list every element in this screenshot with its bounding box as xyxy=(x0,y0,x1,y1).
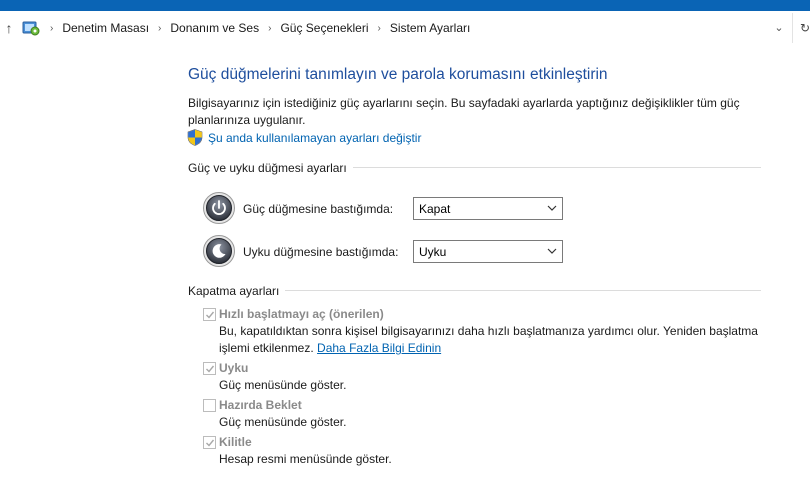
uac-shield-icon xyxy=(187,129,203,146)
breadcrumb-item-power-options[interactable]: Güç Seçenekleri xyxy=(277,21,371,35)
breadcrumb: › Denetim Masası › Donanım ve Ses › Güç … xyxy=(44,19,473,37)
address-bar: ↑ › Denetim Masası › Donanım ve Ses › Gü… xyxy=(0,11,810,46)
address-divider xyxy=(792,13,793,43)
checkmark-icon xyxy=(206,439,215,447)
page-description: Bilgisayarınız için istediğiniz güç ayar… xyxy=(188,95,748,129)
checkmark-icon xyxy=(206,311,215,319)
lock-label: Kilitle xyxy=(219,435,252,449)
shutdown-section-header: Kapatma ayarları xyxy=(188,284,286,298)
power-button-icon xyxy=(203,192,235,224)
hibernate-checkbox[interactable] xyxy=(203,399,216,412)
breadcrumb-separator[interactable]: › xyxy=(372,23,387,34)
sleep-label: Uyku xyxy=(219,361,249,375)
lock-checkbox[interactable] xyxy=(203,436,216,449)
up-arrow-icon[interactable]: ↑ xyxy=(2,20,16,36)
hibernate-label: Hazırda Beklet xyxy=(219,398,302,412)
control-panel-icon xyxy=(22,19,40,37)
sleep-button-icon xyxy=(203,235,235,267)
lock-description: Hesap resmi menüsünde göster. xyxy=(219,452,392,466)
change-unavailable-settings-link[interactable]: Şu anda kullanılamayan ayarları değiştir xyxy=(208,131,421,145)
fast-startup-description: işlemi etkilenmez. Daha Fazla Bilgi Edin… xyxy=(219,340,441,357)
breadcrumb-item-hardware-sound[interactable]: Donanım ve Ses xyxy=(167,21,262,35)
power-button-action-value: Kapat xyxy=(419,202,451,216)
breadcrumb-separator: › xyxy=(50,22,54,34)
refresh-icon[interactable]: ↻ xyxy=(800,20,810,36)
address-dropdown-icon[interactable]: ⌄ xyxy=(772,20,786,36)
page-title: Güç düğmelerini tanımlayın ve parola kor… xyxy=(188,66,608,83)
power-button-action-label: Güç düğmesine bastığımda: xyxy=(243,202,394,216)
fast-startup-description-text: işlemi etkilenmez. xyxy=(219,341,314,355)
sleep-button-action-select[interactable]: Uyku xyxy=(413,240,563,263)
chevron-down-icon xyxy=(547,248,557,254)
breadcrumb-separator[interactable]: › xyxy=(152,23,167,34)
sleep-checkbox[interactable] xyxy=(203,362,216,375)
fast-startup-checkbox[interactable] xyxy=(203,308,216,321)
hibernate-description: Güç menüsünde göster. xyxy=(219,415,347,429)
breadcrumb-item-control-panel[interactable]: Denetim Masası xyxy=(59,21,152,35)
learn-more-link[interactable]: Daha Fazla Bilgi Edinin xyxy=(317,341,441,355)
page-description-line: planlarınıza uygulanır. xyxy=(188,113,306,127)
power-button-action-select[interactable]: Kapat xyxy=(413,197,563,220)
fast-startup-label: Hızlı başlatmayı aç (önerilen) xyxy=(219,307,384,321)
sleep-button-action-value: Uyku xyxy=(419,245,447,259)
sleep-button-action-label: Uyku düğmesine bastığımda: xyxy=(243,245,399,259)
breadcrumb-separator[interactable]: › xyxy=(262,23,277,34)
page-description-line: Bilgisayarınız için istediğiniz güç ayar… xyxy=(188,96,740,110)
checkmark-icon xyxy=(206,365,215,373)
fast-startup-description: Bu, kapatıldıktan sonra kişisel bilgisay… xyxy=(219,324,758,338)
window-titlebar xyxy=(0,0,810,11)
sleep-description: Güç menüsünde göster. xyxy=(219,378,347,392)
breadcrumb-item-system-settings[interactable]: Sistem Ayarları xyxy=(387,21,473,35)
power-sleep-section-header: Güç ve uyku düğmesi ayarları xyxy=(188,161,353,175)
chevron-down-icon xyxy=(547,205,557,211)
